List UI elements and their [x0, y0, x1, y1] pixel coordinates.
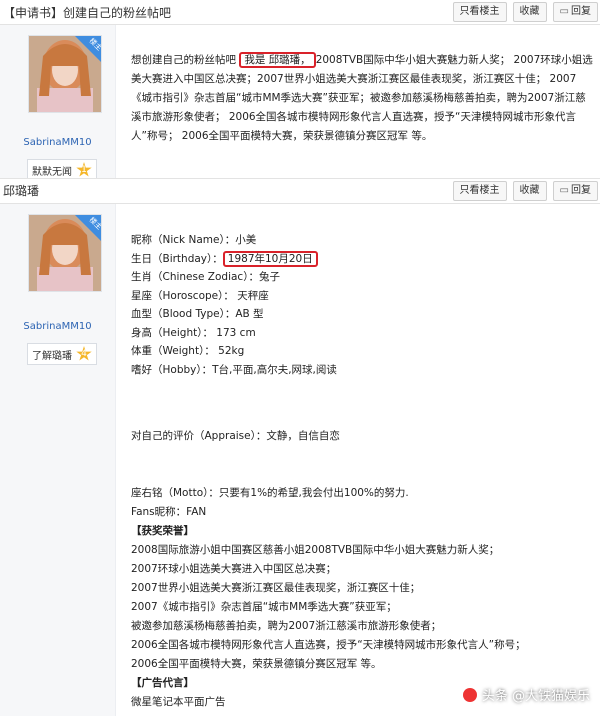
appraise-line: 对自己的评价（Appraise）：文静，自信自恋 — [131, 430, 340, 442]
fans-name: Fans昵称：FAN — [131, 506, 207, 518]
post-1: 楼主 SabrinaMM10 默默无闻 1 想创建自己的粉丝帖吧 我是 邱璐璠，… — [0, 25, 600, 181]
birthday-highlight: 1987年10月20日 — [222, 250, 318, 267]
thread-header: 【申请书】创建自己的粉丝帖吧 只看楼主 收藏 ▭ 回复 — [0, 0, 600, 25]
author-name[interactable]: SabrinaMM10 — [0, 137, 115, 148]
level-star-icon: 4 — [76, 346, 92, 361]
honor-item: 2007《城市指引》杂志首届“城市MM季选大赛”获亚军； — [131, 601, 397, 613]
thread-actions-2: 只看楼主 收藏 ▭ 回复 — [452, 179, 598, 203]
honor-item: 2007环球小姐选美大赛进入中国区总决赛； — [131, 563, 337, 575]
thread-title-text: 创建自己的粉丝帖吧 — [63, 6, 172, 20]
reply-icon: ▭ — [559, 185, 569, 196]
reply-button[interactable]: ▭ 回复 — [552, 181, 598, 201]
post-2: 楼主 SabrinaMM10 了解璐璠 4 昵称（Nick Name）：小美 生… — [0, 204, 600, 716]
profile-nickname: 昵称（Nick Name）：小美 — [131, 234, 257, 246]
avatar[interactable]: 楼主 — [28, 35, 102, 113]
avatar[interactable]: 楼主 — [28, 214, 102, 292]
thread-title-tag: 【申请书】 — [3, 6, 64, 20]
lz-badge: 楼主 — [75, 36, 101, 62]
honor-item: 2006全国平面模特大赛，荣获景德镇分赛区冠军 等。 — [131, 658, 382, 670]
only-lz-button[interactable]: 只看楼主 — [452, 2, 507, 22]
lz-badge: 楼主 — [75, 215, 101, 241]
only-lz-button[interactable]: 只看楼主 — [452, 181, 507, 201]
post-2-author: 楼主 SabrinaMM10 了解璐璠 4 — [0, 204, 116, 716]
author-name[interactable]: SabrinaMM10 — [0, 321, 115, 332]
post-1-author: 楼主 SabrinaMM10 默默无闻 1 — [0, 25, 116, 181]
post-1-content: 想创建自己的粉丝帖吧 我是 邱璐璠， 2008TVB国际中华小姐大赛魅力新人奖； … — [131, 52, 593, 142]
honor-item: 2008国际旅游小姐中国赛区慈善小姐2008TVB国际中华小姐大赛魅力新人奖； — [131, 544, 500, 556]
profile-height: 身高（Height）： 173 cm — [131, 326, 256, 339]
honor-item: 被邀参加慈溪杨梅慈善拍卖，聘为2007浙江慈溪市旅游形象使者； — [131, 620, 442, 632]
profile-bloodtype: 血型（Blood Type）：AB 型 — [131, 308, 264, 320]
level-label: 了解璐璠 — [32, 350, 72, 362]
motto: 座右铭（Motto）：只要有1%的希望,我会付出100%的努力. — [131, 487, 409, 499]
profile-weight: 体重（Weight）： 52kg — [131, 345, 245, 357]
thread-title: 【申请书】创建自己的粉丝帖吧 — [3, 4, 171, 21]
profile-horoscope: 星座（Horoscope）： 天秤座 — [131, 289, 269, 302]
reply-icon: ▭ — [559, 6, 569, 17]
reply-button[interactable]: ▭ 回复 — [552, 2, 598, 22]
watermark-logo-icon — [462, 687, 477, 702]
bio-list: 座右铭（Motto）：只要有1%的希望,我会付出100%的努力. Fans昵称：… — [131, 484, 526, 712]
collect-button[interactable]: 收藏 — [512, 181, 547, 201]
honor-item: 2007世界小姐选美大赛浙江赛区最佳表现奖，浙江赛区十佳； — [131, 582, 421, 594]
thread-header-2: 邱璐璠 只看楼主 收藏 ▭ 回复 — [0, 178, 600, 204]
strip-name: 邱璐璠 — [3, 184, 40, 198]
level-star-icon: 1 — [76, 162, 92, 177]
name-highlight: 我是 邱璐璠， — [239, 52, 316, 68]
watermark: 头条 @大铁猫娱乐 — [462, 685, 590, 704]
author-level: 了解璐璠 4 — [27, 343, 97, 365]
profile-birthday: 生日（Birthday）： 1987年10月20日 — [131, 250, 337, 269]
profile-zodiac: 生肖（Chinese Zodiac）：兔子 — [131, 271, 280, 283]
thread-actions: 只看楼主 收藏 ▭ 回复 — [452, 0, 598, 24]
profile-list: 昵称（Nick Name）：小美 生日（Birthday）： 1987年10月20… — [131, 231, 337, 379]
profile-hobby: 嗜好（Hobby）：T台,平面,高尔夫,网球,阅读 — [131, 363, 337, 376]
collect-button[interactable]: 收藏 — [512, 2, 547, 22]
honor-header: 【获奖荣誉】 — [131, 525, 194, 537]
level-label: 默默无闻 — [32, 166, 72, 178]
honor-item: 2006全国各城市模特网形象代言人直选赛，授予“天津模特网城市形象代言人”称号； — [131, 639, 526, 651]
